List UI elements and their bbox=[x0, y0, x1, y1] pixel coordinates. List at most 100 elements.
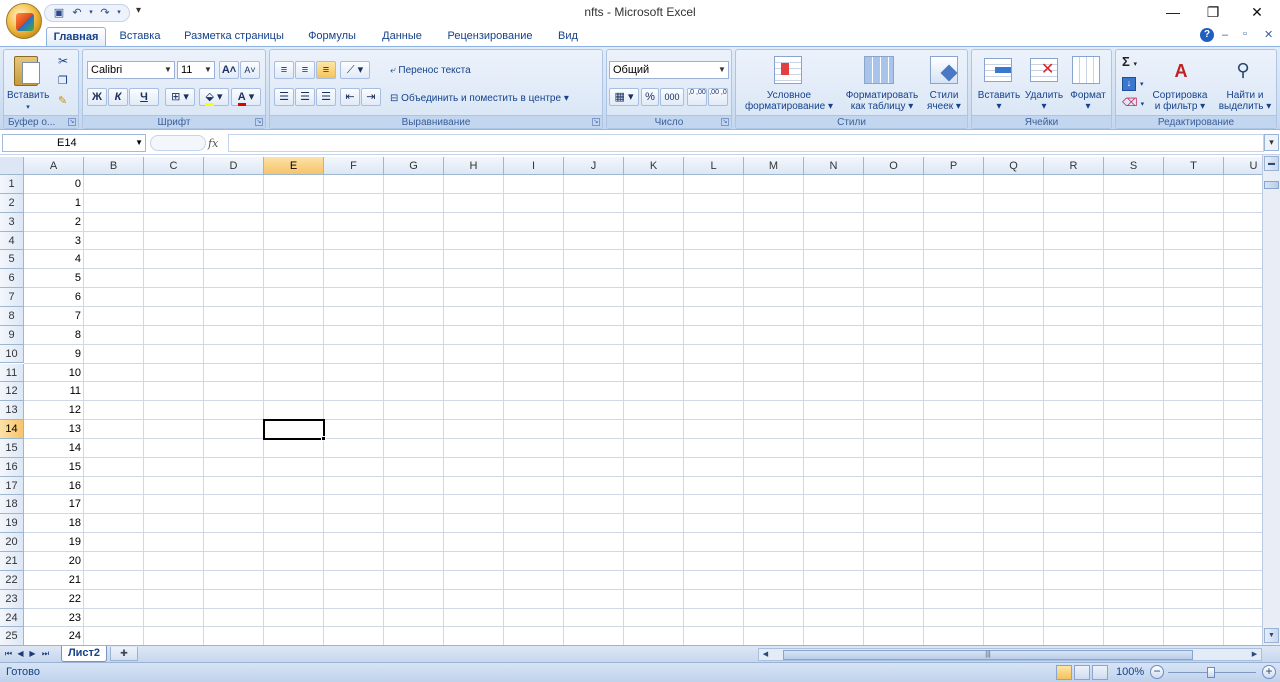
row-header[interactable]: 24 bbox=[0, 608, 24, 628]
increase-indent-icon[interactable]: ⇥ bbox=[361, 88, 381, 106]
column-header[interactable]: G bbox=[384, 157, 444, 175]
cell-styles-button[interactable]: Стили ячеек ▾ bbox=[922, 90, 966, 112]
cell-a-value[interactable]: 1 bbox=[24, 194, 84, 213]
cell-a-value[interactable]: 15 bbox=[24, 458, 84, 477]
spreadsheet-grid[interactable]: ABCDEFGHIJKLMNOPQRSTU1021324354657687981… bbox=[0, 157, 1262, 645]
paste-dropdown-icon[interactable]: ▾ bbox=[24, 102, 32, 113]
doc-restore-button[interactable]: ▫ bbox=[1243, 28, 1247, 40]
row-header[interactable]: 16 bbox=[0, 457, 24, 477]
selected-cell[interactable] bbox=[263, 419, 325, 440]
sheet-tab[interactable]: Лист2 bbox=[61, 646, 107, 662]
cell-a-value[interactable]: 11 bbox=[24, 382, 84, 401]
scroll-left-icon[interactable]: ◀ bbox=[760, 649, 771, 660]
format-cells-icon[interactable] bbox=[1072, 56, 1100, 84]
paste-icon[interactable] bbox=[10, 54, 44, 88]
cell-a-value[interactable]: 14 bbox=[24, 439, 84, 458]
currency-button[interactable]: ▦ ▾ bbox=[609, 88, 639, 106]
horizontal-scrollbar[interactable]: ◀ ||| ▶ bbox=[758, 648, 1262, 661]
column-header[interactable]: H bbox=[444, 157, 504, 175]
cell-a-value[interactable]: 21 bbox=[24, 571, 84, 590]
cell-a-value[interactable]: 13 bbox=[24, 420, 84, 439]
last-sheet-icon[interactable]: ⏭ bbox=[40, 648, 51, 660]
row-header[interactable]: 11 bbox=[0, 363, 24, 383]
clear-icon[interactable]: ⌫ ▾ bbox=[1122, 98, 1144, 110]
cell-a-value[interactable]: 17 bbox=[24, 495, 84, 514]
column-header[interactable]: J bbox=[564, 157, 624, 175]
decrease-decimal-button[interactable]: ,00 ,0 bbox=[708, 88, 728, 106]
align-bottom-icon[interactable]: ≡ bbox=[316, 61, 336, 79]
row-header[interactable]: 18 bbox=[0, 495, 24, 515]
cell-a-value[interactable]: 18 bbox=[24, 514, 84, 533]
row-header[interactable]: 1 bbox=[0, 175, 24, 194]
expand-formula-bar-button[interactable]: ▾ bbox=[1264, 134, 1279, 151]
insert-sheet-icon[interactable]: ✚ bbox=[110, 647, 138, 661]
borders-button[interactable]: ⊞ ▾ bbox=[165, 88, 195, 106]
column-header[interactable]: T bbox=[1164, 157, 1224, 175]
fill-color-button[interactable]: ⬙ ▾ bbox=[199, 88, 229, 106]
next-sheet-icon[interactable]: ▶ bbox=[27, 648, 38, 660]
tab-page-layout[interactable]: Разметка страницы bbox=[178, 27, 290, 46]
tab-review[interactable]: Рецензирование bbox=[440, 27, 540, 46]
tab-home[interactable]: Главная bbox=[46, 27, 106, 46]
help-icon[interactable]: ? bbox=[1200, 28, 1214, 42]
align-top-icon[interactable]: ≡ bbox=[274, 61, 294, 79]
fill-down-icon[interactable]: ↓ bbox=[1122, 77, 1136, 91]
find-select-button[interactable]: Найти и выделить ▾ bbox=[1214, 90, 1276, 112]
sort-filter-icon[interactable]: A bbox=[1166, 56, 1196, 86]
row-header[interactable]: 13 bbox=[0, 401, 24, 421]
column-header[interactable]: R bbox=[1044, 157, 1104, 175]
format-painter-icon[interactable]: ✎ bbox=[58, 96, 67, 107]
percent-button[interactable]: % bbox=[641, 88, 659, 106]
column-header[interactable]: P bbox=[924, 157, 984, 175]
clipboard-launcher-icon[interactable]: ↘ bbox=[68, 118, 76, 126]
number-launcher-icon[interactable]: ↘ bbox=[721, 118, 729, 126]
scroll-down-icon[interactable]: ▼ bbox=[1264, 628, 1279, 643]
cell-a-value[interactable]: 4 bbox=[24, 250, 84, 269]
split-box-icon[interactable]: ▬ bbox=[1264, 156, 1279, 171]
delete-cells-icon[interactable]: ✕ bbox=[1030, 58, 1058, 82]
cut-icon[interactable]: ✂ bbox=[58, 55, 68, 67]
cell-a-value[interactable]: 3 bbox=[24, 232, 84, 251]
vertical-scroll-thumb[interactable] bbox=[1264, 181, 1279, 189]
name-box[interactable]: E14 ▼ bbox=[2, 134, 146, 152]
merge-center-button[interactable]: ⊟ Объединить и поместить в центре ▾ bbox=[390, 93, 569, 104]
row-header[interactable]: 4 bbox=[0, 231, 24, 251]
zoom-slider-thumb[interactable] bbox=[1207, 667, 1215, 678]
column-header[interactable]: S bbox=[1104, 157, 1164, 175]
zoom-out-icon[interactable]: − bbox=[1150, 665, 1164, 679]
insert-cells-icon[interactable] bbox=[984, 58, 1012, 82]
bold-button[interactable]: Ж bbox=[87, 88, 107, 106]
column-header[interactable]: L bbox=[684, 157, 744, 175]
restore-button[interactable]: ❐ bbox=[1190, 0, 1236, 24]
align-middle-icon[interactable]: ≡ bbox=[295, 61, 315, 79]
row-header[interactable]: 15 bbox=[0, 438, 24, 458]
align-right-icon[interactable]: ☰ bbox=[316, 88, 336, 106]
format-cells-button[interactable]: Формат ▾ bbox=[1066, 90, 1110, 112]
alignment-launcher-icon[interactable]: ↘ bbox=[592, 118, 600, 126]
page-break-view-icon[interactable] bbox=[1092, 665, 1108, 680]
row-header[interactable]: 23 bbox=[0, 589, 24, 609]
column-header[interactable]: Q bbox=[984, 157, 1044, 175]
cell-styles-icon[interactable] bbox=[930, 56, 958, 84]
cell-a-value[interactable]: 20 bbox=[24, 552, 84, 571]
cell-a-value[interactable]: 5 bbox=[24, 269, 84, 288]
thousands-button[interactable]: 000 bbox=[660, 88, 684, 106]
horizontal-scroll-thumb[interactable]: ||| bbox=[783, 650, 1193, 660]
row-header[interactable]: 10 bbox=[0, 344, 24, 364]
row-header[interactable]: 8 bbox=[0, 306, 24, 326]
insert-function-icon[interactable]: fx bbox=[208, 137, 218, 150]
cell-a-value[interactable]: 10 bbox=[24, 364, 84, 383]
normal-view-icon[interactable] bbox=[1056, 665, 1072, 680]
page-layout-view-icon[interactable] bbox=[1074, 665, 1090, 680]
column-header[interactable]: O bbox=[864, 157, 924, 175]
tab-view[interactable]: Вид bbox=[550, 27, 586, 46]
column-header[interactable]: K bbox=[624, 157, 684, 175]
vertical-scrollbar[interactable]: ▬ ▼ bbox=[1262, 155, 1280, 645]
shrink-font-button[interactable]: A˅ bbox=[240, 61, 260, 79]
font-color-button[interactable]: A ▾ bbox=[231, 88, 261, 106]
row-header[interactable]: 6 bbox=[0, 269, 24, 289]
column-header[interactable]: A bbox=[24, 157, 84, 175]
insert-cells-button[interactable]: Вставить ▾ bbox=[974, 90, 1024, 112]
row-header[interactable]: 17 bbox=[0, 476, 24, 496]
column-header[interactable]: C bbox=[144, 157, 204, 175]
